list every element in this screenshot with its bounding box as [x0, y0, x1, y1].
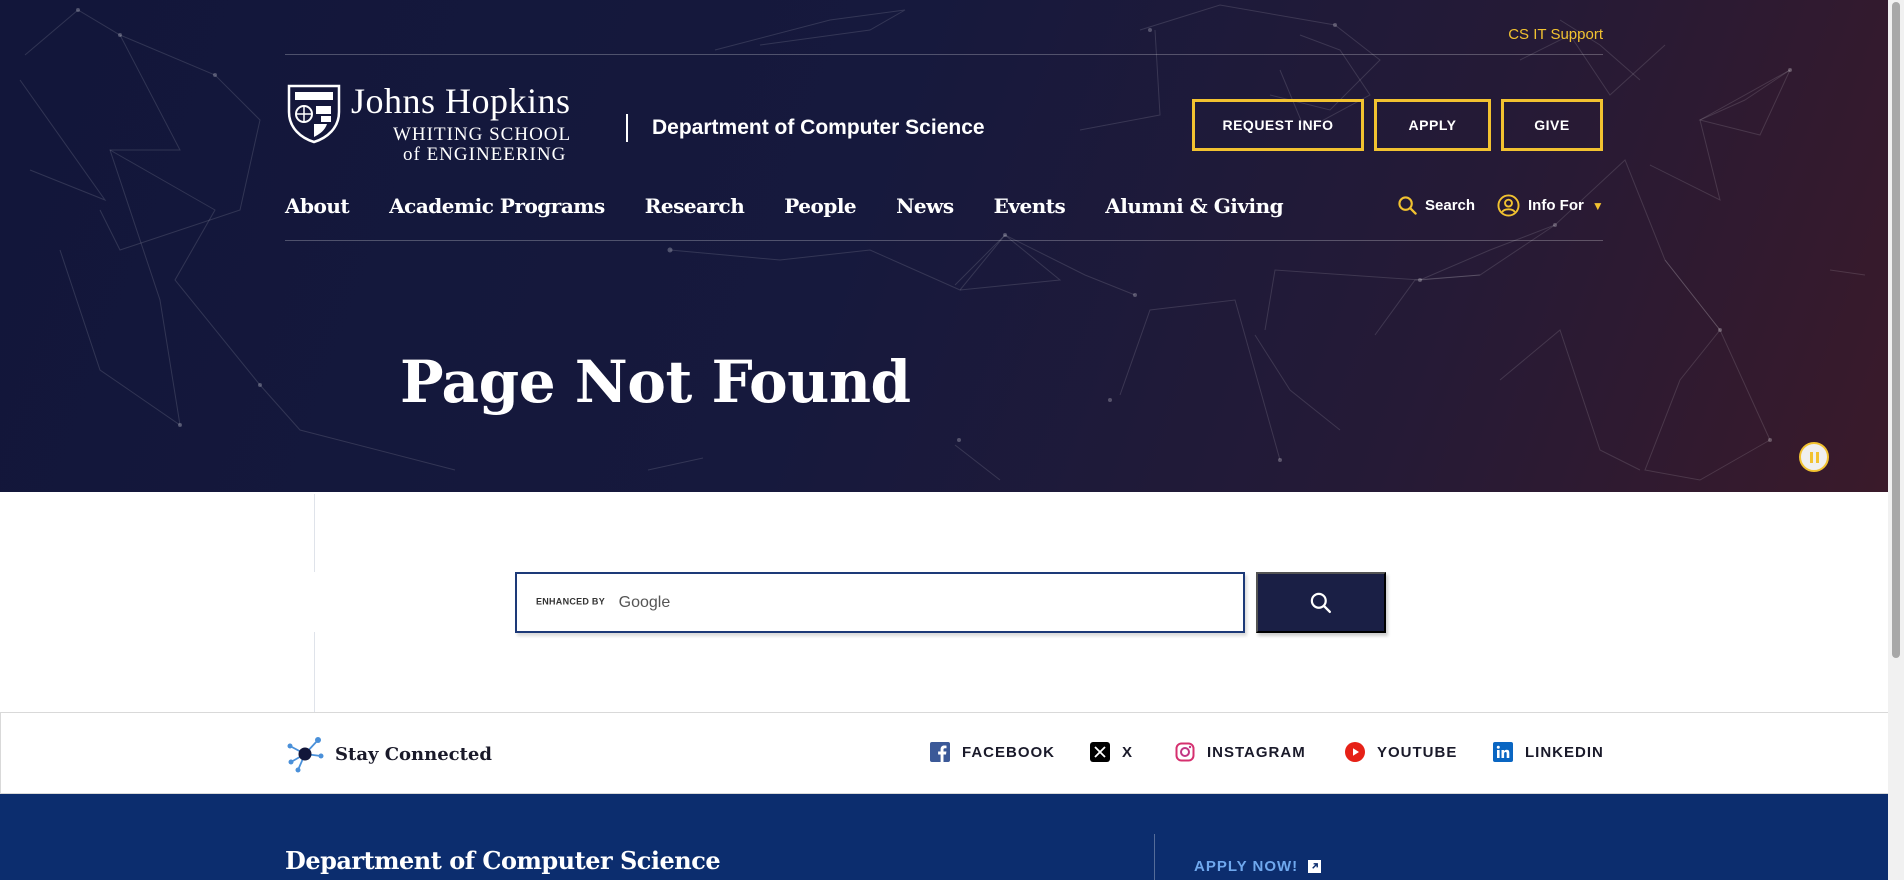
- facebook-icon: [930, 742, 950, 762]
- nav-research[interactable]: Research: [645, 194, 745, 224]
- hero-banner: CS IT Support Johns Hopkins WHITING SCHO…: [0, 0, 1888, 492]
- footer-divider: [1154, 834, 1155, 880]
- logo-name: Johns Hopkins: [351, 81, 571, 121]
- facebook-label: FACEBOOK: [962, 743, 1056, 761]
- apply-now-label: APPLY NOW!: [1194, 858, 1299, 875]
- nav-academic-programs[interactable]: Academic Programs: [389, 194, 605, 224]
- youtube-icon: [1345, 742, 1365, 762]
- nav-people[interactable]: People: [784, 194, 856, 224]
- instagram-icon: [1175, 742, 1195, 762]
- search-submit-button[interactable]: [1256, 572, 1386, 633]
- header-search-button[interactable]: Search: [1398, 196, 1475, 215]
- youtube-label: YOUTUBE: [1377, 743, 1458, 761]
- google-label: Google: [618, 593, 671, 611]
- decorative-line: [314, 632, 315, 712]
- info-for-dropdown[interactable]: Info For ▼: [1497, 194, 1604, 217]
- x-link[interactable]: X: [1090, 742, 1133, 762]
- department-title[interactable]: Department of Computer Science: [652, 116, 985, 140]
- logo-divider: [626, 114, 628, 142]
- facebook-link[interactable]: FACEBOOK: [930, 742, 1055, 762]
- nav-events[interactable]: Events: [994, 194, 1066, 224]
- search-icon: [1398, 196, 1417, 215]
- user-icon: [1497, 194, 1520, 217]
- jhu-logo[interactable]: Johns Hopkins WHITING SCHOOL of ENGINEER…: [285, 81, 605, 165]
- page-title: Page Not Found: [400, 348, 911, 416]
- pause-icon-bar-left: [1809, 451, 1813, 463]
- nav-divider: [285, 240, 1603, 241]
- top-divider: [285, 54, 1603, 55]
- nav-news[interactable]: News: [896, 194, 954, 224]
- network-connect-icon: [287, 737, 324, 773]
- instagram-label: INSTAGRAM: [1207, 743, 1306, 761]
- decorative-line: [314, 494, 315, 572]
- search-label: Search: [1425, 197, 1476, 214]
- linkedin-link[interactable]: LINKEDIN: [1493, 742, 1604, 762]
- logo-school: WHITING SCHOOL: [393, 124, 572, 145]
- main-navigation: About Academic Programs Research People …: [285, 194, 1323, 224]
- nav-about[interactable]: About: [285, 194, 350, 224]
- scrollbar-thumb[interactable]: [1892, 2, 1900, 658]
- page: CS IT Support Johns Hopkins WHITING SCHO…: [0, 0, 1904, 880]
- page-scrollbar[interactable]: [1888, 0, 1904, 880]
- instagram-link[interactable]: INSTAGRAM: [1175, 742, 1306, 762]
- enhanced-by-label: ENHANCED BY: [536, 597, 605, 608]
- network-background-graphic: [19, 4, 1866, 481]
- google-search-input[interactable]: ENHANCED BY Google: [515, 572, 1245, 633]
- pause-icon-bar-right: [1815, 451, 1819, 463]
- university-shield-icon: [287, 84, 341, 144]
- footer-department-title: Department of Computer Science: [285, 846, 721, 875]
- linkedin-icon: [1493, 742, 1513, 762]
- search-icon: [1310, 592, 1332, 613]
- request-info-button[interactable]: REQUEST INFO: [1192, 99, 1364, 151]
- apply-button[interactable]: APPLY: [1374, 99, 1491, 151]
- stay-connected-heading: Stay Connected: [335, 743, 492, 765]
- logo-engineering: of ENGINEERING: [403, 144, 567, 165]
- caret-down-icon: ▼: [1591, 198, 1604, 213]
- nav-alumni-giving[interactable]: Alumni & Giving: [1105, 194, 1283, 224]
- x-label: X: [1122, 743, 1134, 761]
- cs-it-support-link[interactable]: CS IT Support: [1508, 26, 1603, 43]
- x-icon: [1090, 742, 1110, 762]
- give-button[interactable]: GIVE: [1501, 99, 1603, 151]
- stay-connected: Stay Connected: [285, 734, 492, 774]
- youtube-link[interactable]: YOUTUBE: [1345, 742, 1457, 762]
- external-link-icon: [1308, 860, 1322, 873]
- pause-animation-button[interactable]: [1799, 442, 1829, 472]
- site-footer: [0, 794, 1888, 880]
- apply-now-link[interactable]: APPLY NOW!: [1194, 858, 1322, 875]
- linkedin-label: LINKEDIN: [1525, 743, 1604, 761]
- info-for-label: Info For: [1528, 197, 1584, 214]
